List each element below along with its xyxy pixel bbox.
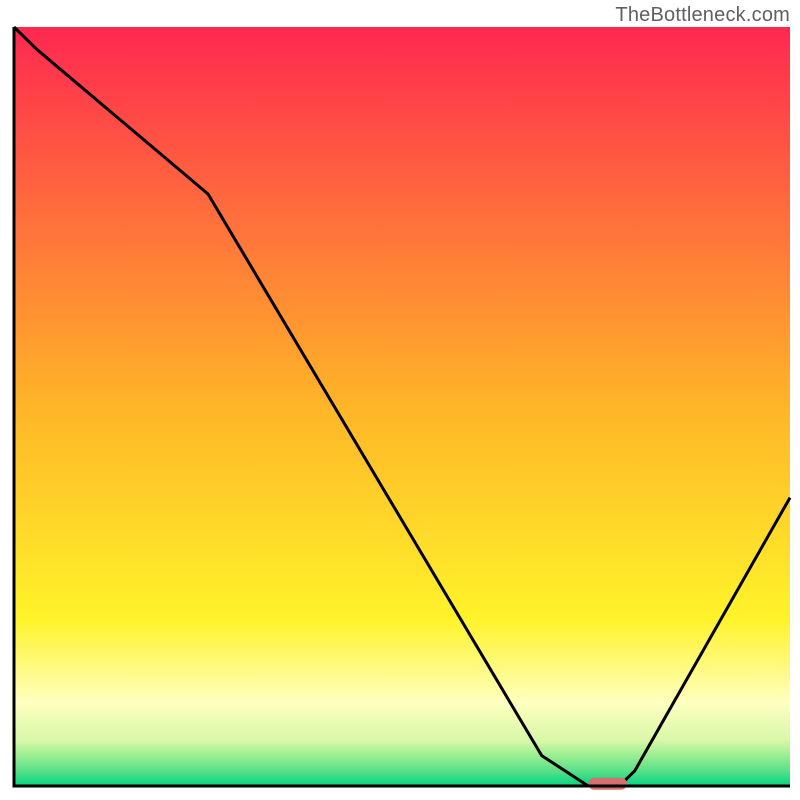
bottleneck-chart	[0, 0, 800, 800]
watermark-text: TheBottleneck.com	[615, 4, 790, 27]
chart-background	[14, 27, 790, 786]
optimal-marker	[588, 778, 627, 790]
chart-container: TheBottleneck.com	[0, 0, 800, 800]
